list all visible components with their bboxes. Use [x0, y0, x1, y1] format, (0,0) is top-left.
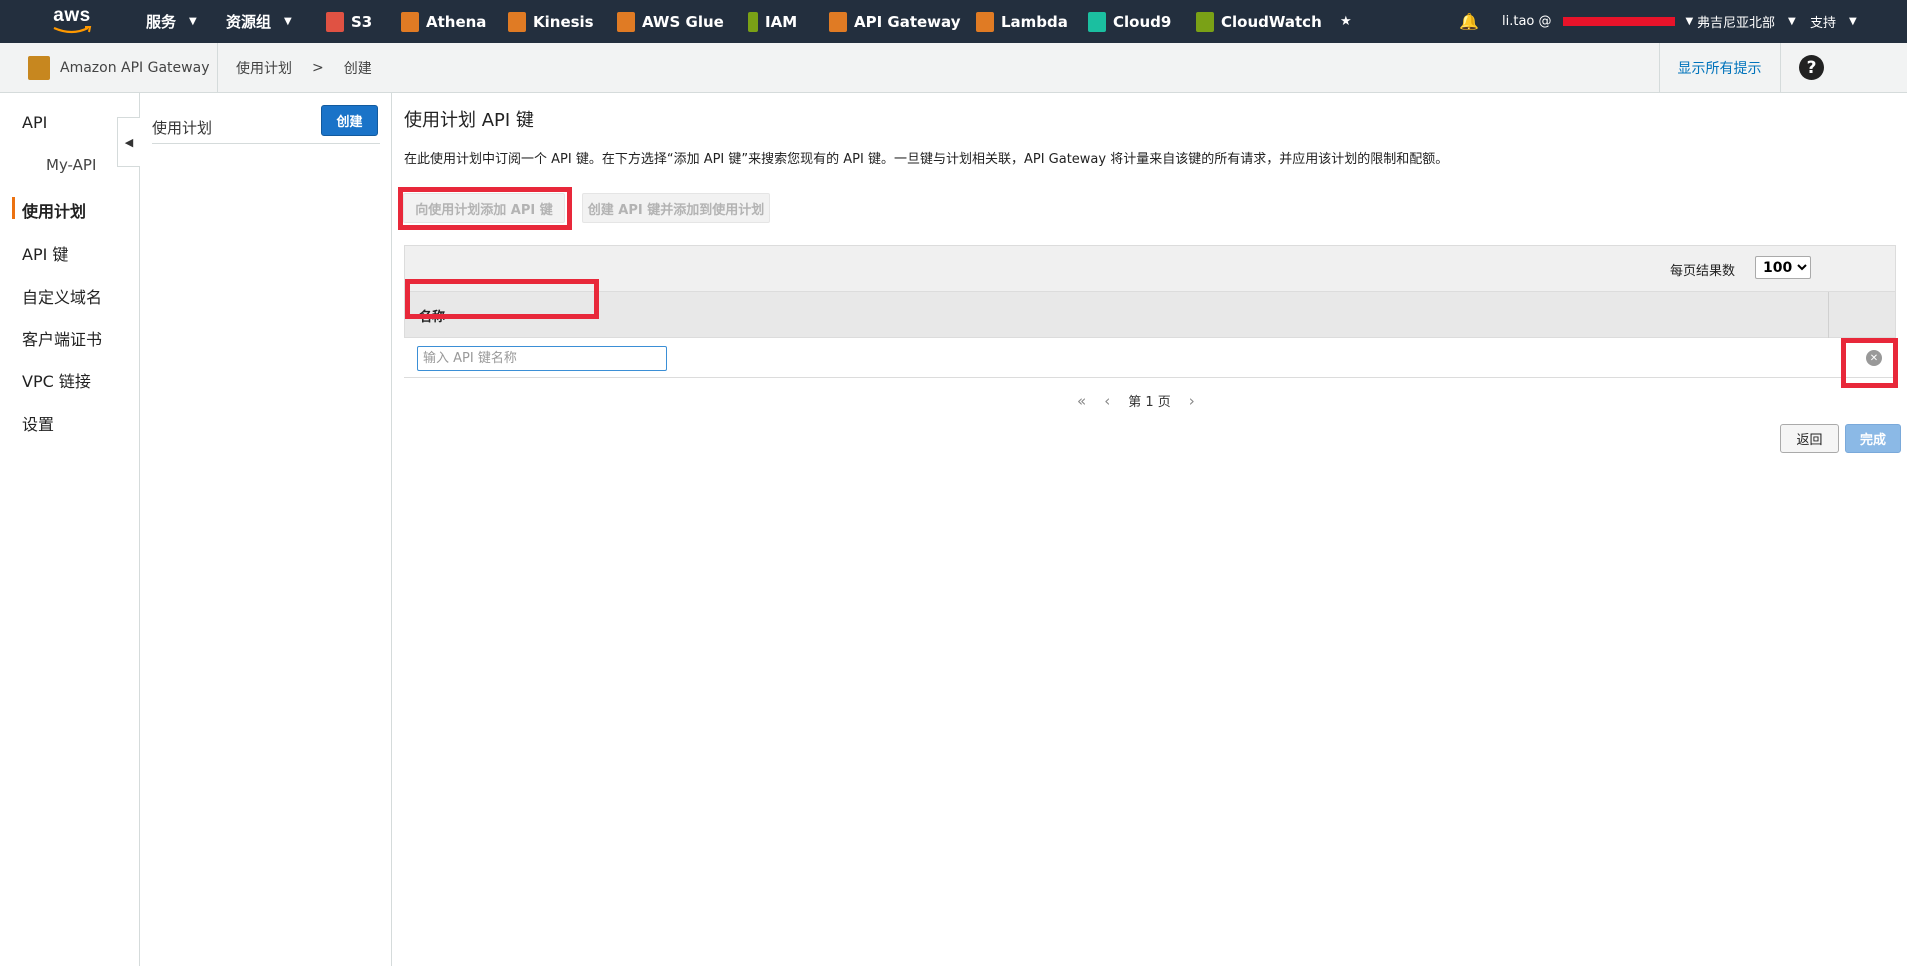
services-label: 服务: [146, 13, 177, 31]
key-icon: [748, 11, 758, 32]
table-header: 名称: [404, 292, 1896, 338]
shortcut-label: API Gateway: [854, 12, 961, 31]
chevron-down-icon: ▼: [1788, 16, 1796, 27]
region-label: 弗吉尼亚北部: [1697, 16, 1776, 31]
api-gateway-icon: [28, 55, 50, 80]
nav-item-my-api[interactable]: My-API: [46, 156, 96, 174]
kinesis-icon: [508, 11, 526, 32]
glue-icon: [617, 11, 635, 32]
shortcut-label: AWS Glue: [642, 12, 724, 31]
prev-page-icon[interactable]: ‹: [1104, 392, 1110, 410]
shortcut-athena[interactable]: Athena: [401, 0, 486, 43]
left-nav: API My-API 使用计划 API 键 自定义域名 客户端证书 VPC 链接…: [0, 93, 140, 966]
back-button[interactable]: 返回: [1780, 424, 1839, 453]
create-api-key-button[interactable]: 创建 API 键并添加到使用计划: [582, 193, 770, 223]
nav-item-client-certs[interactable]: 客户端证书: [22, 326, 102, 350]
nav-item-vpc-links[interactable]: VPC 链接: [22, 368, 91, 392]
top-nav: aws 服务 ▼ 资源组 ▼ S3 Athena Kinesis AWS Glu…: [0, 0, 1907, 43]
shortcut-cloudwatch[interactable]: CloudWatch: [1196, 0, 1322, 43]
per-page-select[interactable]: 100: [1755, 256, 1811, 279]
nav-item-api-keys[interactable]: API 键: [22, 241, 68, 265]
athena-icon: [401, 11, 419, 32]
api-key-name-input[interactable]: [417, 346, 667, 371]
shortcut-label: Kinesis: [533, 12, 594, 31]
s3-icon: [326, 11, 344, 32]
pin-icon[interactable]: ★: [1340, 0, 1352, 43]
cloudwatch-icon: [1196, 11, 1214, 32]
done-button[interactable]: 完成: [1845, 424, 1901, 453]
user-label: li.tao @: [1502, 14, 1552, 29]
shortcut-label: Athena: [426, 12, 487, 31]
shortcut-s3[interactable]: S3: [326, 0, 372, 43]
shortcut-api-gateway[interactable]: API Gateway: [829, 0, 960, 43]
breadcrumb: 使用计划 > 创建: [236, 43, 372, 92]
page-description: 在此使用计划中订阅一个 API 键。在下方选择“添加 API 键”来搜索您现有的…: [404, 152, 1449, 167]
breadcrumb-create: 创建: [343, 60, 372, 77]
highlight-input: [405, 279, 599, 319]
page-indicator: 第 1 页: [1128, 395, 1171, 410]
cloud9-icon: [1088, 11, 1106, 32]
highlight-add-key: [398, 187, 572, 230]
chevron-down-icon: ▼: [284, 16, 292, 27]
shortcut-label: IAM: [765, 12, 798, 31]
chevron-down-icon: ▼: [1685, 16, 1694, 27]
collapse-nav-button[interactable]: ◀: [117, 117, 140, 167]
redacted-account: [1562, 17, 1675, 26]
shortcut-glue[interactable]: AWS Glue: [617, 0, 724, 43]
support-menu[interactable]: 支持 ▼: [1810, 0, 1857, 43]
shortcut-lambda[interactable]: Lambda: [976, 0, 1068, 43]
create-button[interactable]: 创建: [321, 105, 378, 136]
aws-logo-text: aws: [53, 5, 91, 26]
aws-smile-icon: [53, 26, 92, 34]
service-header: Amazon API Gateway 使用计划 > 创建 显示所有提示 ?: [0, 43, 1907, 93]
divider: [152, 143, 380, 144]
shortcut-iam[interactable]: IAM: [748, 0, 797, 43]
nav-item-usage-plans[interactable]: 使用计划: [22, 198, 86, 222]
service-brand[interactable]: Amazon API Gateway: [10, 43, 218, 92]
lambda-icon: [976, 11, 994, 32]
highlight-done: [1841, 338, 1898, 388]
shortcut-label: CloudWatch: [1221, 12, 1322, 31]
api-gateway-icon: [829, 11, 847, 32]
usage-plan-list-title: 使用计划: [152, 119, 213, 137]
nav-item-custom-domains[interactable]: 自定义域名: [22, 284, 102, 308]
show-all-hints-link[interactable]: 显示所有提示: [1659, 43, 1779, 92]
region-menu[interactable]: 弗吉尼亚北部 ▼: [1697, 0, 1796, 43]
breadcrumb-separator: >: [312, 59, 324, 76]
shortcut-label: S3: [351, 12, 373, 31]
shortcut-label: Cloud9: [1113, 12, 1172, 31]
help-icon: ?: [1799, 55, 1824, 80]
shortcut-kinesis[interactable]: Kinesis: [508, 0, 594, 43]
table-row: ✕: [404, 338, 1896, 378]
page-title: 使用计划 API 键: [404, 110, 534, 131]
usage-plan-list: 使用计划 创建: [141, 93, 392, 966]
breadcrumb-usage-plans[interactable]: 使用计划: [236, 58, 292, 78]
next-page-icon[interactable]: ›: [1189, 392, 1195, 410]
chevron-down-icon: ▼: [189, 16, 197, 27]
resource-groups-menu[interactable]: 资源组 ▼: [226, 0, 292, 43]
resource-groups-label: 资源组: [226, 13, 272, 31]
aws-logo[interactable]: aws: [50, 6, 94, 38]
chevron-left-icon: ◀: [124, 135, 134, 149]
chevron-down-icon: ▼: [1849, 16, 1857, 27]
shortcut-cloud9[interactable]: Cloud9: [1088, 0, 1171, 43]
nav-item-api[interactable]: API: [22, 113, 47, 132]
column-separator: [1828, 292, 1829, 338]
table-toolbar: 每页结果数 100: [404, 245, 1896, 292]
help-button[interactable]: ?: [1780, 43, 1907, 92]
nav-item-settings[interactable]: 设置: [22, 411, 54, 435]
per-page-label: 每页结果数: [1669, 264, 1735, 279]
services-menu[interactable]: 服务 ▼: [146, 0, 197, 43]
pagination: « ‹ 第 1 页 ›: [1077, 391, 1195, 411]
bell-icon[interactable]: 🔔: [1459, 0, 1479, 43]
support-label: 支持: [1810, 16, 1837, 31]
account-menu[interactable]: li.tao @ ▼: [1502, 0, 1693, 43]
main-content: 使用计划 API 键 在此使用计划中订阅一个 API 键。在下方选择“添加 AP…: [393, 93, 1907, 966]
shortcut-label: Lambda: [1001, 12, 1068, 31]
active-indicator: [12, 197, 15, 219]
service-brand-label: Amazon API Gateway: [60, 59, 210, 76]
first-page-icon[interactable]: «: [1077, 392, 1086, 410]
